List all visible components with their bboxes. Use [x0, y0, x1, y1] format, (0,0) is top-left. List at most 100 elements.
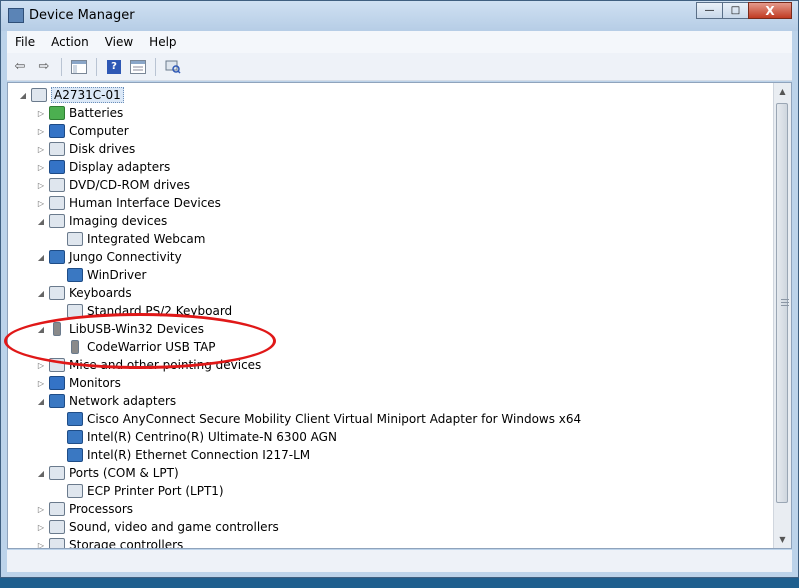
tree-item-label: Batteries [69, 106, 124, 120]
expand-arrow-icon[interactable]: ▷ [36, 541, 46, 549]
tree-item[interactable]: ▷ Sound, video and game controllers [36, 518, 279, 536]
expand-arrow-icon[interactable]: ▷ [36, 181, 46, 190]
tree-item[interactable]: ◢ Jungo Connectivity [36, 248, 182, 266]
tree-item[interactable]: Integrated Webcam [54, 230, 205, 248]
show-hide-console-tree-icon[interactable] [68, 56, 90, 78]
tree-item-label: Intel(R) Ethernet Connection I217-LM [87, 448, 311, 462]
collapse-arrow-icon[interactable]: ◢ [36, 397, 46, 406]
expand-arrow-icon[interactable]: ▷ [36, 379, 46, 388]
expand-arrow-icon[interactable]: ▷ [36, 145, 46, 154]
tree-item[interactable]: WinDriver [54, 266, 146, 284]
maximize-button[interactable]: □ [722, 2, 749, 19]
port-icon [67, 484, 83, 498]
caption-buttons: — □ X [696, 2, 792, 19]
tree-item[interactable]: ◢ Imaging devices [36, 212, 167, 230]
tree-item[interactable]: Cisco AnyConnect Secure Mobility Client … [54, 410, 581, 428]
forward-arrow-icon[interactable]: ⇨ [33, 56, 55, 78]
menu-view[interactable]: View [97, 35, 141, 49]
device-manager-icon [8, 8, 24, 23]
tree-item-label: WinDriver [87, 268, 147, 282]
scroll-up-button[interactable]: ▲ [774, 83, 791, 100]
network-icon [49, 250, 65, 264]
tree-item[interactable]: ▷ Storage controllers [36, 536, 183, 549]
expand-arrow-icon[interactable]: ▷ [36, 523, 46, 532]
expand-arrow-icon[interactable]: ▷ [36, 361, 46, 370]
help-icon[interactable]: ? [103, 56, 125, 78]
network-icon [49, 394, 65, 408]
status-bar [7, 550, 792, 572]
expand-arrow-icon[interactable]: ▷ [36, 163, 46, 172]
menu-file[interactable]: File [7, 35, 43, 49]
tree-item[interactable]: ◢ Keyboards [36, 284, 132, 302]
minimize-button[interactable]: — [696, 2, 723, 19]
tree-item[interactable]: ▷ Processors [36, 500, 133, 518]
storage-icon [49, 538, 65, 548]
sound-icon [49, 520, 65, 534]
scroll-thumb[interactable] [776, 103, 789, 503]
tree-item-label: Keyboards [69, 286, 132, 300]
tree-item[interactable]: ▷ Computer [36, 122, 129, 140]
menu-bar: File Action View Help [7, 31, 792, 53]
menu-action[interactable]: Action [43, 35, 97, 49]
expand-arrow-icon[interactable]: ▷ [36, 109, 46, 118]
title-bar[interactable]: Device Manager — □ X [1, 1, 798, 31]
properties-icon[interactable] [127, 56, 149, 78]
tree-item-label: Imaging devices [69, 214, 168, 228]
toolbar: ⇦ ⇨ ? [7, 53, 792, 81]
tree-item-label: Computer [69, 124, 129, 138]
tree-item-label: Jungo Connectivity [69, 250, 182, 264]
thumb-grip [781, 302, 789, 303]
tree-item[interactable]: ▷ Disk drives [36, 140, 135, 158]
tree-item-label: A2731C-01 [51, 87, 124, 103]
tree-item[interactable]: Intel(R) Ethernet Connection I217-LM [54, 446, 310, 464]
menu-help[interactable]: Help [141, 35, 184, 49]
collapse-arrow-icon[interactable]: ◢ [18, 91, 28, 100]
tree-item-label: Network adapters [69, 394, 177, 408]
collapse-arrow-icon[interactable]: ◢ [36, 253, 46, 262]
thumb-grip [781, 299, 789, 300]
tree-item-label: Display adapters [69, 160, 171, 174]
toolbar-separator [61, 57, 62, 76]
tree-item-label: DVD/CD-ROM drives [69, 178, 191, 192]
keyboard-icon [49, 286, 65, 300]
tree-item[interactable]: ▷ Human Interface Devices [36, 194, 221, 212]
tree-item[interactable]: ▷ Monitors [36, 374, 121, 392]
processor-icon [49, 502, 65, 516]
tree-item-label: ECP Printer Port (LPT1) [87, 484, 224, 498]
help-glyph: ? [107, 59, 121, 74]
collapse-arrow-icon[interactable]: ◢ [36, 217, 46, 226]
device-manager-window: Device Manager — □ X File Action View He… [0, 0, 799, 578]
tree-item[interactable]: ▷ DVD/CD-ROM drives [36, 176, 190, 194]
tree-item[interactable]: ◢ A2731C-01 [18, 86, 124, 104]
tree-item-label: Ports (COM & LPT) [69, 466, 179, 480]
close-button[interactable]: X [748, 2, 792, 19]
scroll-down-button[interactable]: ▼ [774, 531, 791, 548]
network-icon [67, 430, 83, 444]
collapse-arrow-icon[interactable]: ◢ [36, 289, 46, 298]
camera-icon [67, 232, 83, 246]
tree-item-label: Cisco AnyConnect Secure Mobility Client … [87, 412, 582, 426]
back-arrow-icon[interactable]: ⇦ [9, 56, 31, 78]
tree-item[interactable]: ◢ Network adapters [36, 392, 176, 410]
battery-icon [49, 106, 65, 120]
expand-arrow-icon[interactable]: ▷ [36, 505, 46, 514]
vertical-scrollbar[interactable]: ▲ ▼ [773, 83, 791, 548]
tree-item-label: Monitors [69, 376, 121, 390]
expand-arrow-icon[interactable]: ▷ [36, 199, 46, 208]
tree-item[interactable]: ▷ Batteries [36, 104, 123, 122]
dvd-drive-icon [49, 178, 65, 192]
scan-hardware-changes-icon[interactable] [162, 56, 184, 78]
network-icon [67, 412, 83, 426]
collapse-arrow-icon[interactable]: ◢ [36, 469, 46, 478]
tree-item-label: Disk drives [69, 142, 136, 156]
expand-arrow-icon[interactable]: ▷ [36, 127, 46, 136]
thumb-grip [781, 305, 789, 306]
tree-item[interactable]: ◢ Ports (COM & LPT) [36, 464, 179, 482]
tree-item[interactable]: Intel(R) Centrino(R) Ultimate-N 6300 AGN [54, 428, 337, 446]
tree-item[interactable]: ▷ Display adapters [36, 158, 170, 176]
tree-item-label: Integrated Webcam [87, 232, 206, 246]
port-icon [49, 466, 65, 480]
toolbar-separator [96, 57, 97, 76]
tree-item[interactable]: ECP Printer Port (LPT1) [54, 482, 224, 500]
network-icon [67, 268, 83, 282]
